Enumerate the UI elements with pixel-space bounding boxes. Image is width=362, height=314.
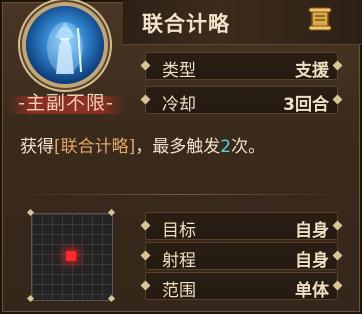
attr-row-type: 类型 支援 [140,52,343,81]
desc-middle: ，最多触发 [135,137,221,157]
range-key: 射程 [162,251,196,271]
range-value: 自身 [295,251,329,271]
range-key: 范围 [162,281,196,301]
role-restriction-label: -主副不限- [18,92,114,114]
desc-highlight: [联合计略] [54,137,136,157]
attr-value: 3回合 [283,95,329,115]
attr-key: 冷却 [162,95,196,115]
skill-description: 获得[联合计略]，最多触发2次。 [20,132,350,157]
desc-count: 2 [220,137,232,157]
desc-suffix: 次。 [231,137,266,157]
range-key: 目标 [162,221,196,241]
role-restriction-tag: -主副不限- [0,88,132,115]
divider [6,194,356,195]
attr-key: 类型 [162,61,196,81]
skill-name: 联合计略 [142,12,230,36]
scroll-icon[interactable] [306,7,334,33]
skill-portrait-icon [26,6,104,84]
range-value: 自身 [295,221,329,241]
range-row-distance: 射程 自身 [140,242,343,271]
range-target-cell [66,251,76,261]
skill-panel: -主副不限- 联合计略 类型 支援 冷却 3回合 获得[联合计略]，最多触发2次… [0,0,362,314]
range-value: 单体 [295,281,329,301]
range-row-area: 范围 单体 [140,272,343,301]
desc-prefix: 获得 [20,137,54,157]
attr-value: 支援 [295,61,329,81]
attr-row-cooldown: 冷却 3回合 [140,86,343,115]
range-row-target: 目标 自身 [140,212,343,241]
